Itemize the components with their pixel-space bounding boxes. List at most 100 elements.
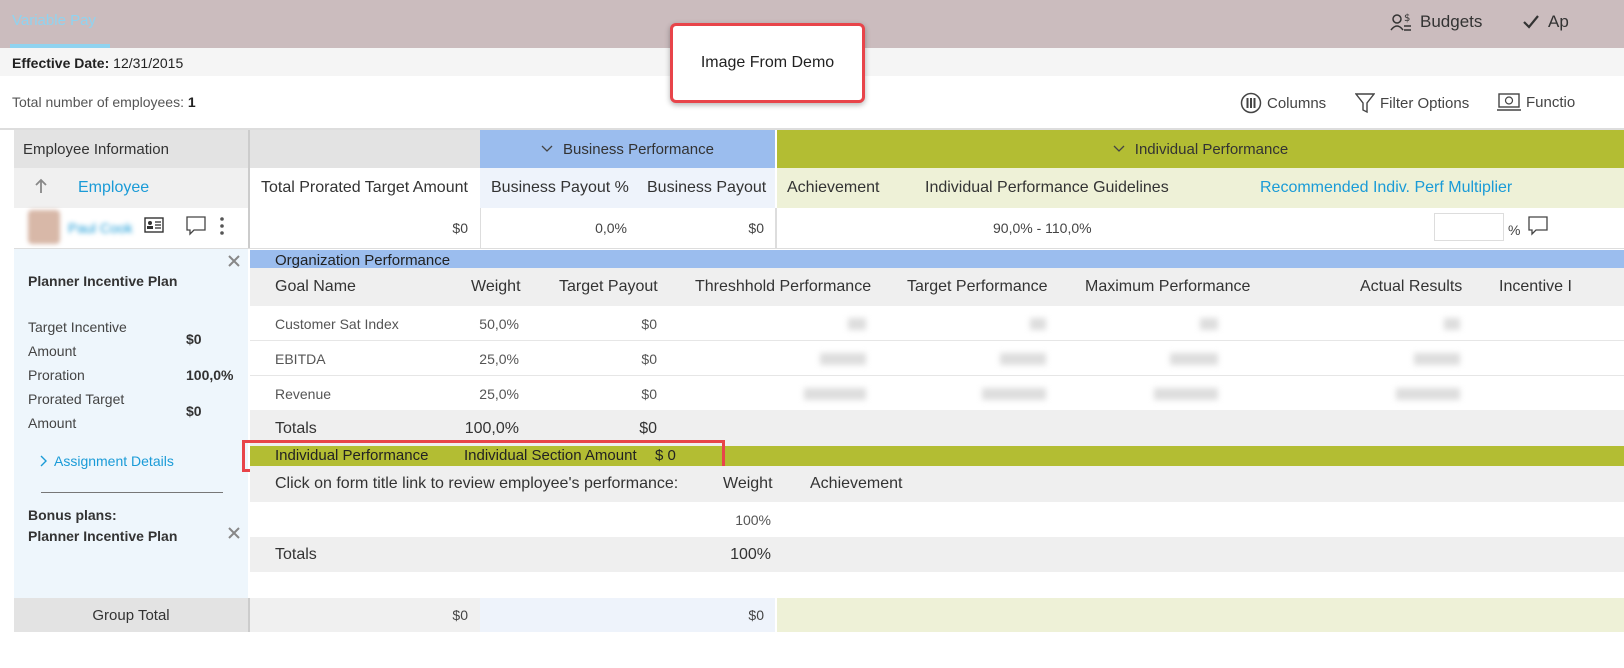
target-payout-header: Target Payout xyxy=(559,278,658,295)
blurred-value xyxy=(1414,353,1460,365)
profile-card-icon[interactable] xyxy=(144,217,164,233)
columns-icon xyxy=(1240,92,1262,114)
target-incentive-value: $0 xyxy=(186,331,202,347)
bonus-plans-label: Bonus plans: xyxy=(28,507,117,523)
filter-icon xyxy=(1355,93,1375,114)
goal-name-cell: Revenue xyxy=(275,386,332,402)
employee-name-link[interactable]: Paul Cook xyxy=(68,220,133,236)
tab-variable-pay[interactable]: Variable Pay xyxy=(12,12,96,29)
business-payout-column: Business Payout xyxy=(647,179,767,196)
employee-information-header: Employee Information xyxy=(14,130,248,168)
demo-overlay-box: Image From Demo xyxy=(670,23,865,103)
blank-group-header xyxy=(250,130,480,168)
blurred-value xyxy=(1000,353,1046,365)
goal-weight-cell: 25,0% xyxy=(479,351,519,367)
actual-results-header: Actual Results xyxy=(1360,278,1463,295)
budgets-button[interactable]: $ Budgets xyxy=(1390,12,1482,32)
org-totals-label: Totals xyxy=(275,420,317,437)
group-total-business-payout: $0 xyxy=(748,607,764,623)
org-totals-payout: $0 xyxy=(639,420,657,437)
sort-up-icon[interactable] xyxy=(33,178,49,194)
row-divider xyxy=(250,375,1624,376)
proration-value: 100,0% xyxy=(186,367,234,383)
assignment-details-link[interactable]: Assignment Details xyxy=(40,453,174,469)
effective-date-label: Effective Date: xyxy=(12,55,110,71)
group-total-prorated: $0 xyxy=(452,607,468,623)
effective-date: Effective Date: 12/31/2015 xyxy=(12,55,183,71)
checkmark-icon xyxy=(1523,15,1539,29)
goal-payout-cell: $0 xyxy=(641,316,657,332)
percent-symbol: % xyxy=(1508,222,1521,238)
group-total-individual-cell xyxy=(777,598,1624,632)
individual-weight-header: Weight xyxy=(723,475,773,492)
filter-options-button[interactable]: Filter Options xyxy=(1355,92,1469,114)
individual-performance-label: Individual Performance xyxy=(1134,140,1289,158)
group-total-label: Group Total xyxy=(92,607,170,624)
close-icon[interactable] xyxy=(228,527,240,539)
employee-business-payout: $0 xyxy=(748,220,764,236)
proration-label: Proration xyxy=(28,367,85,383)
total-prorated-target-column: Total Prorated Target Amount xyxy=(261,179,468,196)
prorated-target-label-2: Amount xyxy=(28,415,77,431)
individual-totals-weight: 100% xyxy=(730,546,771,563)
individual-row-weight: 100% xyxy=(735,512,771,528)
assignment-details-label: Assignment Details xyxy=(54,453,174,469)
threshold-performance-header: Threshhold Performance xyxy=(695,278,872,295)
prorated-target-value: $0 xyxy=(186,403,202,419)
approve-button[interactable]: Ap xyxy=(1522,12,1569,32)
columns-button[interactable]: Columns xyxy=(1240,92,1326,114)
approve-label: Ap xyxy=(1548,12,1569,31)
plan-title: Planner Incentive Plan xyxy=(28,273,178,289)
employee-column-label[interactable]: Employee xyxy=(78,179,149,197)
functions-button[interactable]: Functio xyxy=(1497,92,1575,112)
column-divider xyxy=(480,208,481,248)
organization-performance-title: Organization Performance xyxy=(275,251,451,269)
comment-icon[interactable] xyxy=(186,216,206,236)
individual-totals-label: Totals xyxy=(275,546,317,563)
chevron-down-icon xyxy=(541,145,553,152)
goal-payout-cell: $0 xyxy=(641,351,657,367)
row-divider xyxy=(250,340,1624,341)
goal-payout-cell: $0 xyxy=(641,386,657,402)
demo-overlay-text: Image From Demo xyxy=(700,54,835,71)
columns-label: Columns xyxy=(1267,94,1327,112)
multiplier-input[interactable] xyxy=(1434,213,1504,241)
goal-weight-cell: 25,0% xyxy=(479,386,519,402)
recommended-multiplier-column[interactable]: Recommended Indiv. Perf Multiplier xyxy=(1260,179,1512,197)
close-icon[interactable] xyxy=(228,255,240,267)
business-performance-header[interactable]: Business Performance xyxy=(480,130,775,168)
business-payout-pct-column: Business Payout % xyxy=(491,179,629,196)
more-options-icon[interactable] xyxy=(219,216,225,236)
individual-totals-row xyxy=(250,537,1624,572)
individual-instruction: Click on form title link to review emplo… xyxy=(275,475,679,492)
goal-name-cell: EBITDA xyxy=(275,351,326,367)
target-incentive-label-2: Amount xyxy=(28,343,77,359)
individual-performance-header[interactable]: Individual Performance xyxy=(777,130,1624,168)
blurred-value xyxy=(804,388,866,400)
blurred-value xyxy=(1396,388,1460,400)
chevron-right-icon xyxy=(40,455,47,467)
functions-icon xyxy=(1497,93,1521,111)
employee-information-label: Employee Information xyxy=(23,140,169,158)
filter-options-label: Filter Options xyxy=(1380,94,1470,112)
column-divider xyxy=(775,208,777,248)
svg-text:$: $ xyxy=(1404,13,1410,24)
panel-divider xyxy=(41,492,223,493)
effective-date-value: 12/31/2015 xyxy=(113,55,184,71)
functions-label: Functio xyxy=(1526,93,1576,111)
blurred-value xyxy=(820,353,866,365)
target-incentive-label: Target Incentive xyxy=(28,319,127,335)
goal-name-cell: Customer Sat Index xyxy=(275,316,399,332)
blurred-value xyxy=(1154,388,1218,400)
blurred-value xyxy=(982,388,1046,400)
budgets-label: Budgets xyxy=(1420,12,1483,31)
incentive-header: Incentive I xyxy=(1499,278,1572,295)
column-divider xyxy=(248,130,250,249)
blurred-value xyxy=(1030,318,1046,330)
total-employees-label: Total number of employees: xyxy=(12,94,184,110)
employee-total-prorated: $0 xyxy=(452,220,468,236)
blurred-value xyxy=(1200,318,1218,330)
total-employees-value: 1 xyxy=(187,94,196,110)
comment-icon[interactable] xyxy=(1528,216,1548,236)
avatar[interactable] xyxy=(28,210,60,244)
